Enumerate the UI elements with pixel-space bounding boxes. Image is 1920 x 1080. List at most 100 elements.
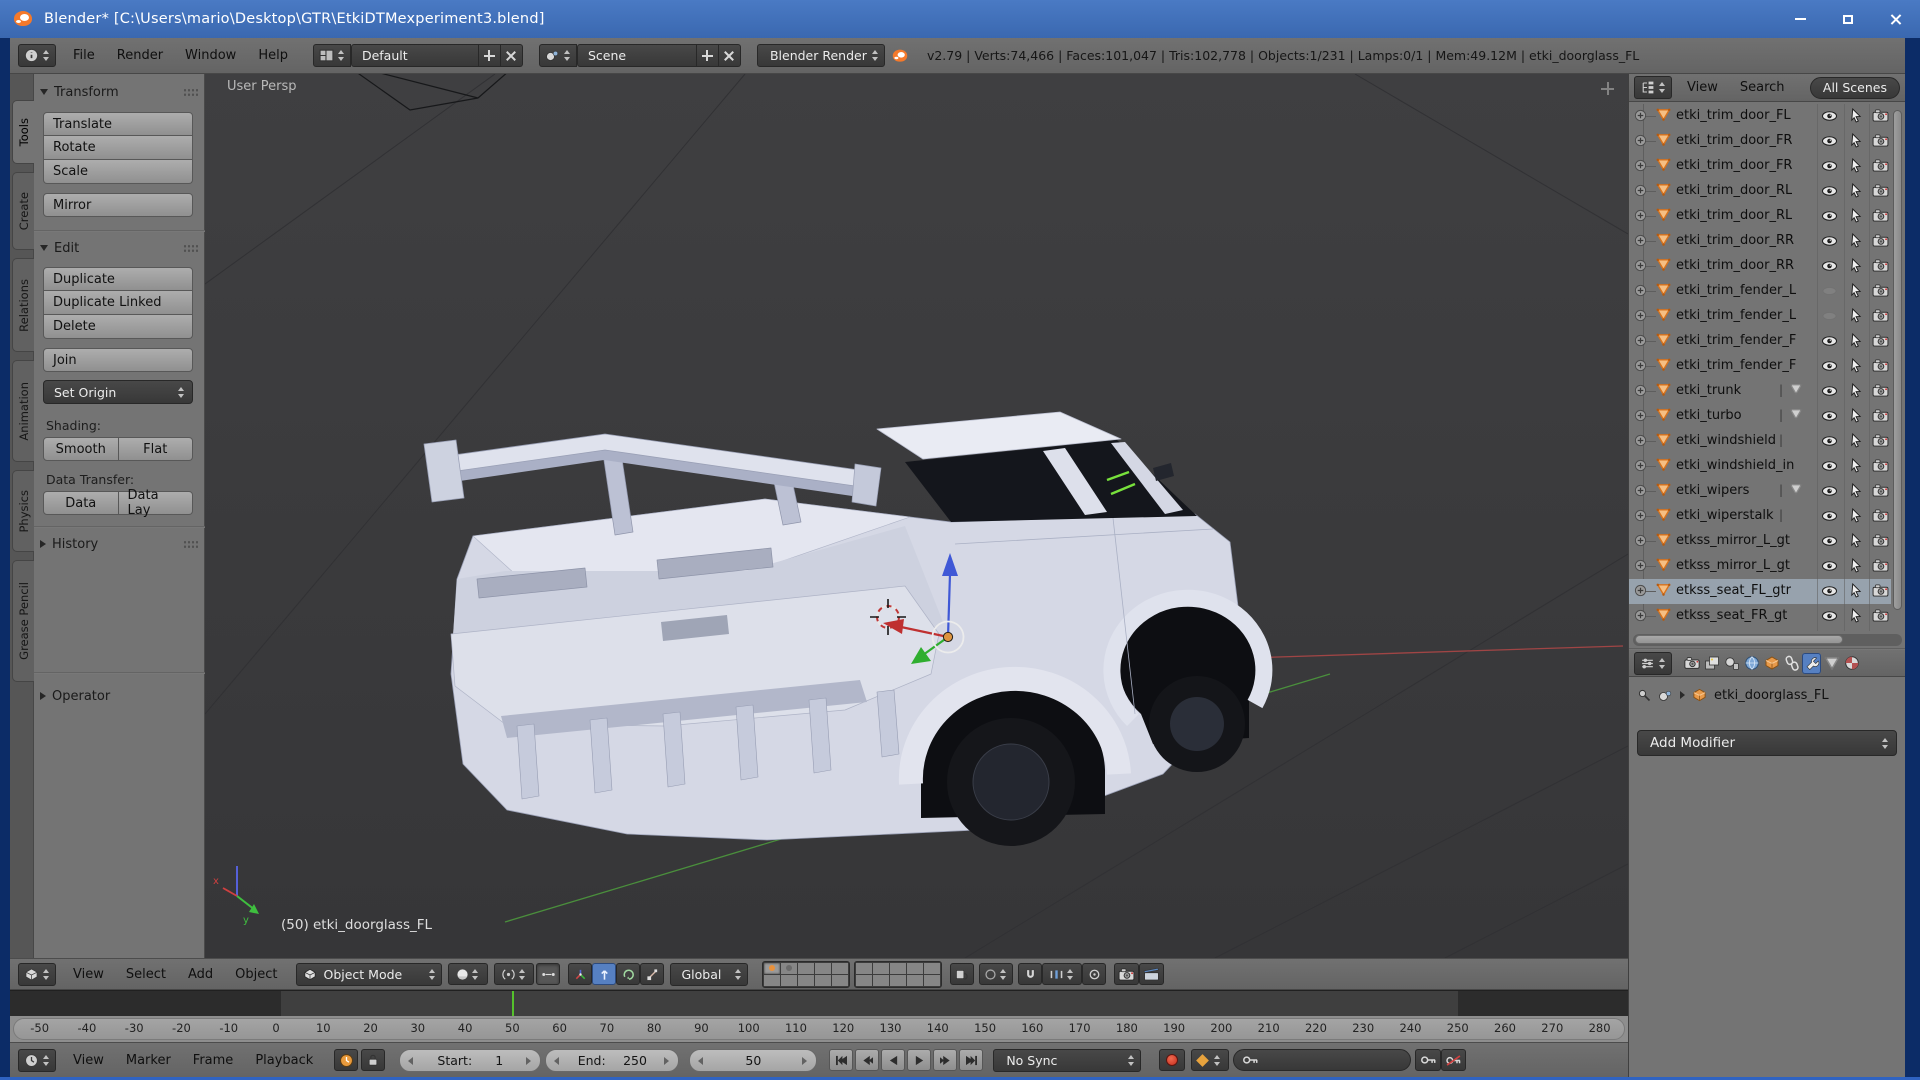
- mode-dropdown[interactable]: Object Mode: [296, 963, 442, 986]
- restrict-select-cursor-icon[interactable]: [1849, 408, 1862, 423]
- top-menu-window[interactable]: Window: [174, 48, 247, 63]
- outliner-row-etki-windshield[interactable]: etki_windshield|: [1629, 429, 1891, 454]
- outliner-row-etki-trim-fender-l[interactable]: etki_trim_fender_L: [1629, 279, 1891, 304]
- expand-icon[interactable]: [1634, 459, 1647, 472]
- restrict-view-eye-icon[interactable]: [1821, 235, 1838, 247]
- outliner-row-etki-trim-door-rl[interactable]: etki_trim_door_RL: [1629, 204, 1891, 229]
- lock-to-scene-button[interactable]: [950, 963, 974, 985]
- restrict-render-camera-icon[interactable]: [1872, 409, 1889, 422]
- properties-tab-scene[interactable]: [1722, 653, 1741, 674]
- restrict-render-camera-icon[interactable]: [1872, 309, 1889, 322]
- snap-element-dropdown[interactable]: [1042, 963, 1082, 985]
- duplicate-linked-button[interactable]: Duplicate Linked: [43, 291, 193, 315]
- shelf-tab-create[interactable]: Create: [12, 172, 34, 250]
- outliner-row-etkss-mirror-l-gt[interactable]: etkss_mirror_L_gt: [1629, 529, 1891, 554]
- add-modifier-dropdown[interactable]: Add Modifier: [1637, 730, 1897, 756]
- shelf-tab-relations[interactable]: Relations: [12, 258, 34, 352]
- timeline-menu-frame[interactable]: Frame: [182, 1053, 245, 1068]
- region-plus-icon[interactable]: [1601, 82, 1614, 95]
- restrict-render-camera-icon[interactable]: [1872, 584, 1889, 597]
- data-lay-button[interactable]: Data Lay: [119, 491, 194, 515]
- restrict-render-camera-icon[interactable]: [1872, 109, 1889, 122]
- viewport-menu-add[interactable]: Add: [177, 967, 224, 982]
- layer-cell-2[interactable]: [781, 963, 797, 974]
- restrict-select-cursor-icon[interactable]: [1849, 133, 1862, 148]
- restrict-render-camera-icon[interactable]: [1872, 534, 1889, 547]
- restrict-view-eye-icon[interactable]: [1821, 110, 1838, 122]
- increment-arrow-icon[interactable]: [664, 1056, 670, 1065]
- translate-button[interactable]: Translate: [43, 112, 193, 136]
- viewport-menu-object[interactable]: Object: [224, 967, 288, 982]
- scale-button[interactable]: Scale: [43, 160, 193, 184]
- restrict-select-cursor-icon[interactable]: [1849, 458, 1862, 473]
- outliner-row-etki-trim-door-fl[interactable]: etki_trim_door_FL: [1629, 104, 1891, 129]
- restrict-render-camera-icon[interactable]: [1872, 134, 1889, 147]
- manipulate-centers-toggle[interactable]: [536, 963, 560, 985]
- jump-to-prev-keyframe-button[interactable]: [855, 1049, 879, 1071]
- editor-type-timeline-button[interactable]: [18, 1049, 56, 1072]
- current-frame-field[interactable]: 50: [689, 1049, 817, 1072]
- restrict-view-eye-icon[interactable]: [1821, 285, 1838, 297]
- restrict-select-cursor-icon[interactable]: [1849, 283, 1862, 298]
- outliner-row-etki-trim-fender-f[interactable]: etki_trim_fender_F: [1629, 329, 1891, 354]
- editor-type-info-button[interactable]: [18, 44, 56, 67]
- outliner-row-etkss-seat-fl-gtr[interactable]: etkss_seat_FL_gtr: [1629, 579, 1891, 604]
- outliner-row-etkss-seat-fr-gt[interactable]: etkss_seat_FR_gt: [1629, 604, 1891, 629]
- restrict-render-camera-icon[interactable]: [1872, 284, 1889, 297]
- layer-cell-5[interactable]: [924, 963, 940, 974]
- start-frame-field[interactable]: Start:1: [399, 1049, 541, 1072]
- outliner-row-etki-trim-door-rl[interactable]: etki_trim_door_RL: [1629, 179, 1891, 204]
- decrement-arrow-icon[interactable]: [554, 1056, 560, 1065]
- restrict-view-eye-icon[interactable]: [1821, 135, 1838, 147]
- restrict-view-eye-icon[interactable]: [1821, 335, 1838, 347]
- top-menu-help[interactable]: Help: [247, 48, 299, 63]
- delete-scene-button[interactable]: [719, 44, 741, 67]
- restrict-select-cursor-icon[interactable]: [1849, 183, 1862, 198]
- restrict-view-eye-icon[interactable]: [1821, 260, 1838, 272]
- layer-cell-7[interactable]: [781, 975, 797, 986]
- outliner-menu-search[interactable]: Search: [1729, 80, 1796, 95]
- restrict-view-eye-icon[interactable]: [1821, 460, 1838, 472]
- panel-operator-header[interactable]: Operator: [40, 686, 198, 706]
- lock-frame-button[interactable]: [361, 1049, 385, 1071]
- transform-orientation-dropdown[interactable]: Global: [670, 963, 748, 986]
- properties-tab-constraints[interactable]: [1782, 653, 1801, 674]
- pin-icon[interactable]: [1637, 688, 1651, 702]
- flat-button[interactable]: Flat: [119, 437, 194, 461]
- jump-to-start-button[interactable]: [829, 1049, 853, 1071]
- preview-range-clock-button[interactable]: [334, 1049, 358, 1071]
- timeline-track[interactable]: [10, 990, 1628, 1016]
- delete-keyframe-button[interactable]: [1441, 1049, 1466, 1071]
- 3d-viewport[interactable]: xy User Persp (50) etki_doorglass_FL: [205, 74, 1628, 958]
- shelf-tab-animation[interactable]: Animation: [12, 360, 34, 462]
- restrict-select-cursor-icon[interactable]: [1849, 358, 1862, 373]
- expand-icon[interactable]: [1634, 109, 1647, 122]
- expand-icon[interactable]: [1634, 184, 1647, 197]
- opengl-animation-button[interactable]: [1139, 963, 1164, 985]
- properties-tab-object[interactable]: [1762, 653, 1781, 674]
- properties-tab-render-layers[interactable]: [1702, 653, 1721, 674]
- restrict-select-cursor-icon[interactable]: [1849, 158, 1862, 173]
- restrict-select-cursor-icon[interactable]: [1849, 483, 1862, 498]
- outliner-row-etkss-mirror-l-gt[interactable]: etkss_mirror_L_gt: [1629, 554, 1891, 579]
- translate-manipulator-button[interactable]: [592, 963, 616, 985]
- jump-to-end-button[interactable]: [959, 1049, 983, 1071]
- close-button[interactable]: [1872, 0, 1920, 38]
- restrict-render-camera-icon[interactable]: [1872, 384, 1889, 397]
- layer-cell-3[interactable]: [798, 963, 814, 974]
- shelf-tab-tools[interactable]: Tools: [12, 100, 34, 164]
- rotate-manipulator-button[interactable]: [616, 963, 640, 985]
- data-button[interactable]: Data: [43, 491, 119, 515]
- expand-icon[interactable]: [1634, 384, 1647, 397]
- screen-layout-browse-button[interactable]: [313, 44, 351, 67]
- outliner-horizontal-scrollbar[interactable]: [1633, 634, 1902, 646]
- decrement-arrow-icon[interactable]: [408, 1056, 414, 1065]
- outliner-row-etki-trim-door-fr[interactable]: etki_trim_door_FR: [1629, 129, 1891, 154]
- expand-icon[interactable]: [1634, 259, 1647, 272]
- restrict-view-eye-icon[interactable]: [1821, 360, 1838, 372]
- add-layout-button[interactable]: [479, 44, 501, 67]
- expand-icon[interactable]: [1634, 409, 1647, 422]
- restrict-select-cursor-icon[interactable]: [1849, 583, 1862, 598]
- layers-grid-2[interactable]: [854, 961, 942, 988]
- window-titlebar[interactable]: Blender* [C:\Users\mario\Desktop\GTR\Etk…: [0, 0, 1920, 38]
